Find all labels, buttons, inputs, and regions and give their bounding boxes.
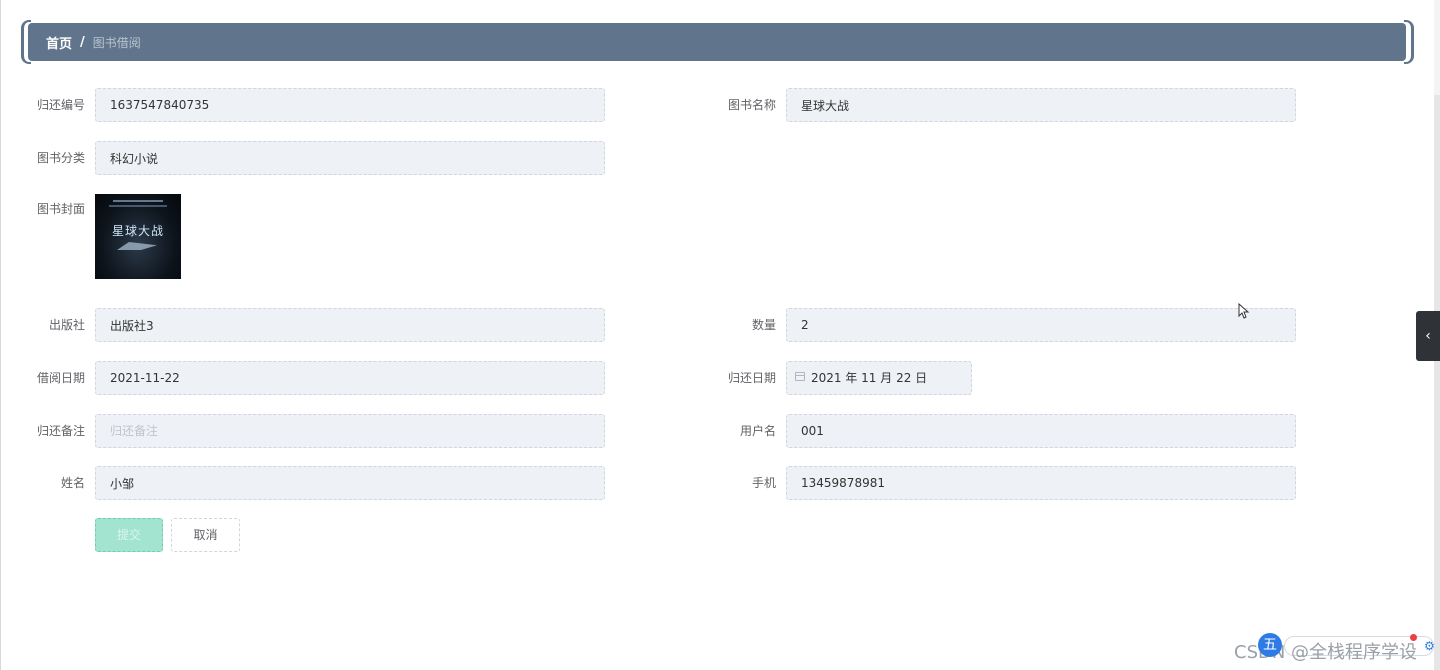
cancel-button[interactable]: 取消: [171, 518, 240, 552]
return-date-picker[interactable]: 2021 年 11 月 22 日: [786, 361, 972, 395]
cover-decoration: [109, 205, 167, 207]
submit-button[interactable]: 提交: [95, 518, 163, 552]
book-name-input[interactable]: [786, 88, 1296, 122]
cover-decoration: [113, 200, 163, 202]
name-label: 姓名: [60, 476, 85, 490]
book-cover-image[interactable]: 星球大战: [95, 194, 181, 279]
name-input[interactable]: [95, 466, 605, 500]
left-border: [0, 0, 1, 670]
book-name-label: 图书名称: [727, 98, 776, 112]
quantity-input[interactable]: [786, 308, 1296, 342]
breadcrumb-current: 图书借阅: [92, 35, 141, 50]
publisher-input[interactable]: [95, 308, 605, 342]
phone-label: 手机: [751, 476, 776, 490]
return-date-label: 归还日期: [727, 371, 776, 385]
return-note-label: 归还备注: [36, 424, 85, 438]
borrow-date-input[interactable]: [95, 361, 605, 395]
username-input[interactable]: [786, 414, 1296, 448]
borrow-date-label: 借阅日期: [36, 371, 85, 385]
calendar-icon: [795, 372, 805, 381]
page: 首页 / 图书借阅 归还编号 图书名称 图书分类 图书封面 星球大战 出版社 数…: [0, 0, 1440, 670]
return-note-input[interactable]: [95, 414, 605, 448]
breadcrumb-separator: /: [80, 34, 85, 50]
sidebar-toggle-button[interactable]: ‹: [1416, 311, 1440, 361]
username-label: 用户名: [739, 424, 776, 438]
return-no-input[interactable]: [95, 88, 605, 122]
return-date-value: 2021 年 11 月 22 日: [811, 371, 928, 385]
cover-title: 星球大战: [111, 224, 164, 238]
gear-icon: ⚙: [1424, 639, 1435, 653]
watermark-badge: 五: [1258, 633, 1282, 657]
phone-input[interactable]: [786, 466, 1296, 500]
book-category-input[interactable]: [95, 141, 605, 175]
chevron-left-icon: ‹: [1425, 328, 1431, 344]
breadcrumb-home[interactable]: 首页: [46, 33, 72, 52]
quantity-label: 数量: [751, 318, 776, 332]
publisher-label: 出版社: [48, 318, 85, 332]
return-no-label: 归还编号: [36, 98, 85, 112]
cover-spaceship: [117, 242, 157, 250]
book-cover-label: 图书封面: [36, 202, 85, 216]
book-category-label: 图书分类: [36, 151, 85, 165]
notification-dot-icon: [1410, 634, 1417, 641]
scrollbar-thumb[interactable]: [1434, 95, 1440, 670]
mouse-cursor-icon: [1238, 303, 1250, 319]
breadcrumb: 首页 / 图书借阅: [28, 23, 1406, 61]
